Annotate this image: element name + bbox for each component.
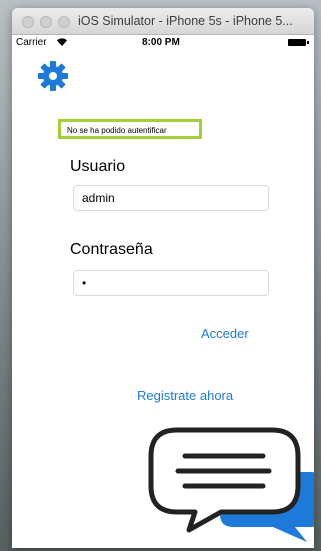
ios-status-bar: Carrier 8:00 PM — [12, 35, 314, 51]
password-field[interactable] — [73, 270, 269, 296]
gear-icon[interactable] — [37, 60, 69, 92]
username-field[interactable] — [73, 185, 269, 211]
window-title: iOS Simulator - iPhone 5s - iPhone 5... — [78, 14, 293, 28]
status-time: 8:00 PM — [142, 37, 180, 48]
carrier-label: Carrier — [16, 37, 47, 48]
wifi-icon — [57, 38, 67, 46]
auth-error-message: No se ha podido autentificar — [58, 119, 202, 139]
close-window-button[interactable] — [22, 16, 34, 28]
zoom-window-button[interactable] — [58, 16, 70, 28]
password-label: Contraseña — [70, 241, 153, 258]
chat-bubbles-icon — [148, 427, 314, 542]
minimize-window-button[interactable] — [40, 16, 52, 28]
simulator-window: iOS Simulator - iPhone 5s - iPhone 5... … — [12, 8, 314, 548]
username-label: Usuario — [70, 158, 126, 175]
login-button[interactable]: Acceder — [201, 326, 249, 341]
battery-icon — [288, 39, 309, 46]
register-link[interactable]: Registrate ahora — [137, 388, 233, 403]
window-titlebar: iOS Simulator - iPhone 5s - iPhone 5... — [12, 8, 314, 35]
